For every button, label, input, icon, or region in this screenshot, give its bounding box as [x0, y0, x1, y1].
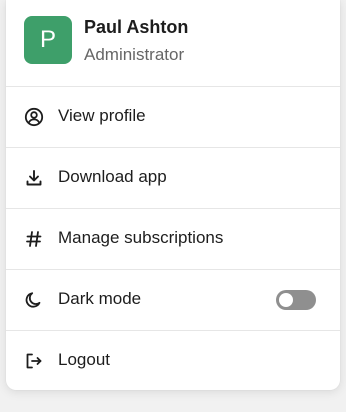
manage-subscriptions-label: Manage subscriptions [58, 228, 224, 247]
hash-icon [24, 229, 44, 249]
dark-mode-item[interactable]: Dark mode [6, 270, 340, 331]
user-circle-icon [24, 107, 44, 127]
view-profile-label: View profile [58, 106, 146, 125]
logout-icon [24, 351, 44, 371]
avatar: P [24, 16, 72, 64]
logout-item[interactable]: Logout [6, 331, 340, 390]
user-header: P Paul Ashton Administrator [6, 0, 340, 87]
dark-mode-toggle[interactable] [276, 290, 316, 310]
view-profile-item[interactable]: View profile [6, 87, 340, 148]
user-name: Paul Ashton [84, 17, 189, 37]
dark-mode-label: Dark mode [58, 289, 142, 308]
download-app-item[interactable]: Download app [6, 148, 340, 209]
user-menu-dropdown: P Paul Ashton Administrator View profile… [6, 0, 340, 390]
download-app-label: Download app [58, 167, 167, 186]
user-role: Administrator [84, 45, 185, 64]
download-icon [24, 168, 44, 188]
moon-icon [24, 290, 44, 310]
toggle-knob [279, 293, 293, 307]
logout-label: Logout [58, 350, 110, 369]
manage-subscriptions-item[interactable]: Manage subscriptions [6, 209, 340, 270]
